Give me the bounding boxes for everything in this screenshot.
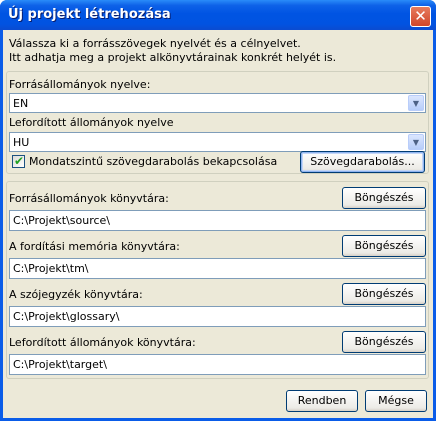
- tm-folder-value: C:\Projekt\tm\: [13, 262, 89, 275]
- target-language-value: HU: [13, 136, 30, 149]
- source-folder-input[interactable]: C:\Projekt\source\: [9, 210, 426, 231]
- segmentation-settings-button[interactable]: Szövegdarabolás...: [300, 151, 425, 173]
- close-button[interactable]: ✕: [410, 6, 431, 27]
- browse-target-button[interactable]: Böngészés: [342, 331, 426, 353]
- segmentation-checkbox-label[interactable]: Mondatszintű szövegdarabolás bekapcsolás…: [29, 155, 277, 168]
- dialog-window: Új projekt létrehozása ✕ Válassza ki a f…: [0, 0, 436, 421]
- dialog-body: Válassza ki a forrásszövegek nyelvét és …: [3, 30, 433, 418]
- glossary-folder-input[interactable]: C:\Projekt\glossary\: [9, 306, 426, 327]
- title-bar[interactable]: Új projekt létrehozása ✕: [0, 0, 436, 30]
- chevron-down-icon[interactable]: ▼: [408, 95, 424, 111]
- browse-glossary-button[interactable]: Böngészés: [342, 283, 426, 305]
- chevron-down-icon[interactable]: ▼: [408, 134, 424, 150]
- source-folder-label: Forrásállományok könyvtára:: [9, 192, 169, 205]
- target-folder-value: C:\Projekt\target\: [13, 358, 107, 371]
- window-title: Új projekt létrehozása: [8, 7, 171, 22]
- cancel-button[interactable]: Mégse: [365, 390, 427, 412]
- target-folder-input[interactable]: C:\Projekt\target\: [9, 354, 426, 375]
- target-language-label: Lefordított állományok nyelve: [9, 116, 174, 129]
- segmentation-checkbox[interactable]: ✔: [12, 154, 25, 168]
- target-language-select[interactable]: HU ▼: [9, 132, 426, 152]
- source-language-value: EN: [13, 97, 29, 110]
- source-language-select[interactable]: EN ▼: [9, 93, 426, 113]
- source-language-label: Forrásállományok nyelve:: [9, 78, 151, 91]
- checkmark-icon: ✔: [14, 154, 25, 168]
- close-icon: ✕: [414, 7, 427, 25]
- intro-text-line1: Válassza ki a forrásszövegek nyelvét és …: [9, 37, 301, 50]
- tm-folder-label: A fordítási memória könyvtára:: [9, 240, 180, 253]
- tm-folder-input[interactable]: C:\Projekt\tm\: [9, 258, 426, 279]
- ok-button[interactable]: Rendben: [286, 390, 358, 412]
- glossary-folder-label: A szójegyzék könyvtára:: [9, 288, 143, 301]
- target-folder-label: Lefordított állományok könyvtára:: [9, 336, 196, 349]
- glossary-folder-value: C:\Projekt\glossary\: [13, 310, 120, 323]
- intro-text-line2: Itt adhatja meg a projekt alkönyvtáraina…: [9, 51, 337, 64]
- browse-source-button[interactable]: Böngészés: [342, 187, 426, 209]
- browse-tm-button[interactable]: Böngészés: [342, 235, 426, 257]
- source-folder-value: C:\Projekt\source\: [13, 214, 110, 227]
